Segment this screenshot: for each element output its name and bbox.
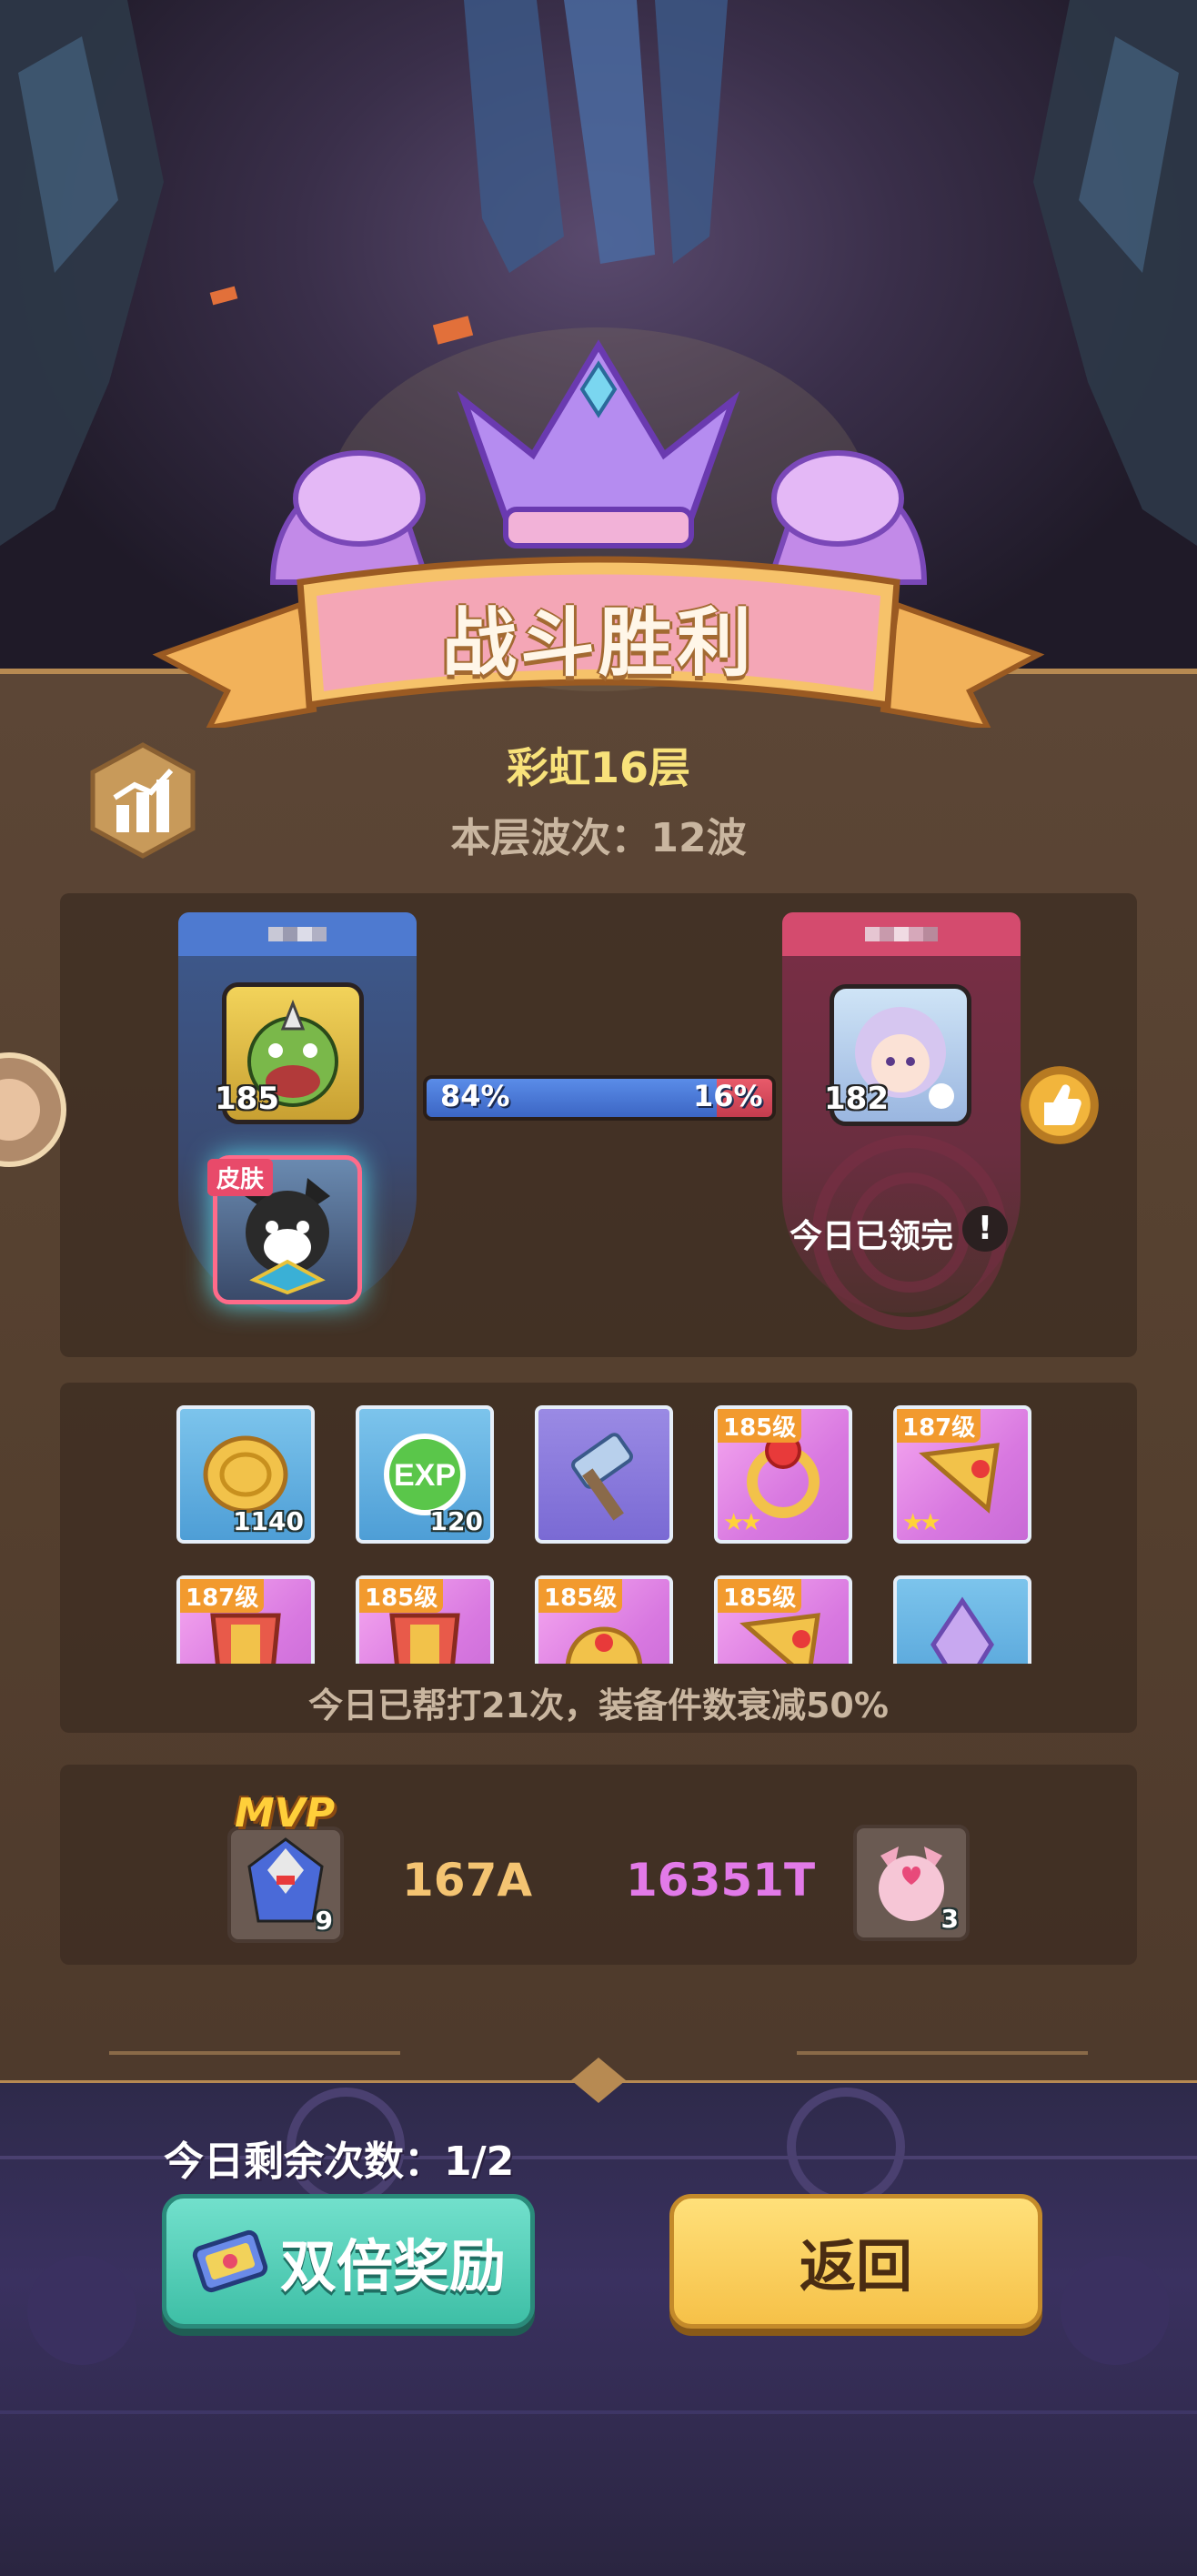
item-level-badge: 185级 <box>538 1579 623 1613</box>
thumbs-up-icon <box>1044 1084 1081 1125</box>
reward-item[interactable]: 187级 <box>176 1575 315 1664</box>
item-count: 120 <box>429 1506 483 1536</box>
back-label: 返回 <box>799 2233 912 2299</box>
hammer-icon <box>571 1433 633 1521</box>
reward-item[interactable] <box>893 1575 1031 1664</box>
right-score: 16351T <box>626 1854 816 1907</box>
reward-row-overflow: 187级 185级 185级 185级 <box>60 1569 1137 1664</box>
left-score: 167A <box>402 1854 533 1907</box>
right-damage-percent: 16% <box>693 1079 763 1113</box>
svg-text:EXP: EXP <box>394 1458 456 1493</box>
item-level-badge: 185级 <box>718 1409 802 1443</box>
right-player-name <box>782 912 1021 956</box>
reward-item[interactable]: 185级 <box>535 1575 673 1664</box>
back-button[interactable]: 返回 <box>669 2194 1042 2329</box>
opponent-mvp-avatar[interactable]: 3 <box>853 1825 970 1941</box>
right-hero-level: 182 <box>824 1081 889 1117</box>
panel-ornament <box>571 2058 626 2103</box>
panel-divider <box>109 2051 400 2055</box>
panel-divider <box>797 2051 1088 2055</box>
item-level-badge: 187级 <box>180 1579 265 1613</box>
reward-item[interactable]: 185级 <box>356 1575 494 1664</box>
reward-item[interactable]: 185级 <box>714 1575 852 1664</box>
daily-claimed-text: 今日已领完 <box>790 1218 954 1255</box>
star-rating-icon: ★★ <box>723 1509 762 1536</box>
mvp-box <box>60 1765 1137 1965</box>
mvp-hero-avatar[interactable]: 9 <box>227 1826 344 1943</box>
item-level-badge: 187级 <box>897 1409 981 1443</box>
victory-title: 战斗胜利 <box>441 600 755 687</box>
left-hero-level: 185 <box>215 1081 279 1117</box>
item-count: 1140 <box>233 1506 304 1536</box>
reward-decay-note: 今日已帮打21次，装备件数衰减50% <box>308 1685 889 1726</box>
left-player-name <box>178 912 417 956</box>
ticket-icon <box>192 2229 268 2293</box>
like-button[interactable] <box>1021 1066 1099 1144</box>
info-alert-icon[interactable]: ! <box>962 1206 1008 1252</box>
crystal-icon <box>930 1596 994 1664</box>
reward-item[interactable]: 1140 <box>176 1405 315 1544</box>
remaining-attempts: 今日剩余次数：1/2 <box>164 2138 515 2185</box>
reward-item[interactable]: 185级 ★★ <box>714 1405 852 1544</box>
reward-item[interactable] <box>535 1405 673 1544</box>
mvp-hero-count: 9 <box>315 1906 333 1936</box>
left-damage-percent: 84% <box>440 1079 510 1113</box>
double-reward-button[interactable]: 双倍奖励 <box>162 2194 535 2329</box>
skin-badge: 皮肤 <box>207 1159 274 1196</box>
item-level-badge: 185级 <box>359 1579 444 1613</box>
level-title: 彩虹16层 <box>506 743 690 792</box>
reward-item[interactable]: 187级 ★★ <box>893 1405 1031 1544</box>
mvp-label: MVP <box>235 1790 336 1836</box>
opponent-mvp-count: 3 <box>940 1904 959 1934</box>
side-hero-icon[interactable] <box>0 1028 73 1192</box>
item-level-badge: 185级 <box>718 1579 802 1613</box>
wave-count: 本层波次：12波 <box>450 815 747 861</box>
reward-item[interactable]: EXP 120 <box>356 1405 494 1544</box>
double-reward-label: 双倍奖励 <box>279 2233 506 2299</box>
star-rating-icon: ★★ <box>902 1509 941 1536</box>
